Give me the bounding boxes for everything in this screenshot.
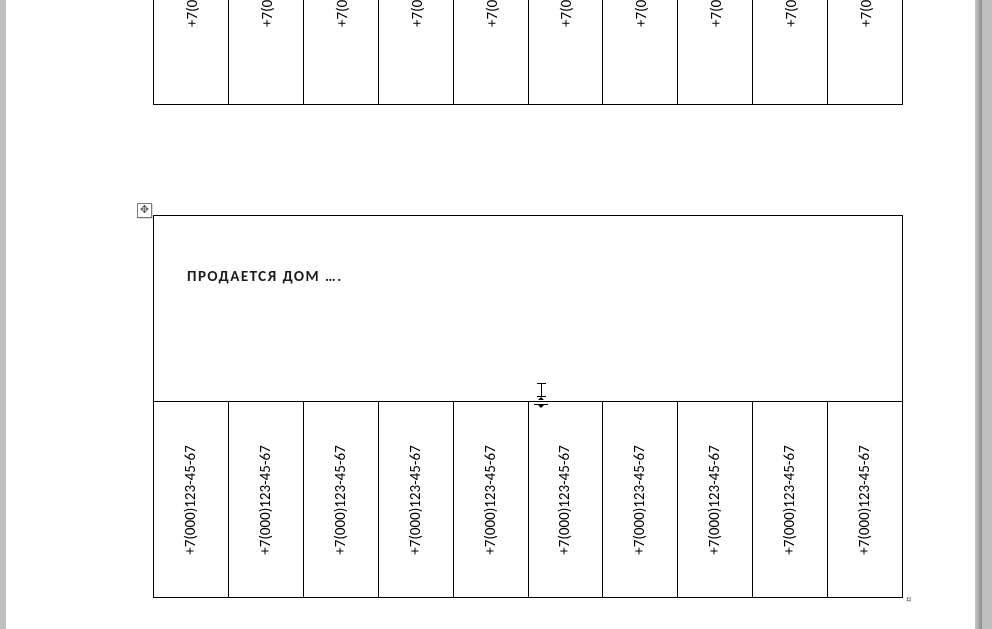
tearoff-phone: +7(000: [484, 0, 502, 27]
table-move-handle[interactable]: ✥: [137, 203, 152, 218]
tearoff-phone: +7(000)123-45-67: [856, 445, 874, 554]
tearoff-tab[interactable]: +7(000)123-45-67: [154, 402, 228, 597]
tearoff-phone: +7(000: [708, 0, 726, 27]
tearoff-tab[interactable]: +7(000)123-45-67: [378, 402, 453, 597]
tearoff-phone: +7(000)123-45-67: [182, 445, 200, 554]
tearoff-phone: +7(000)123-45-67: [706, 445, 724, 554]
tearoff-phone: +7(000: [783, 0, 801, 27]
tearoff-tab[interactable]: +7(000)123-45-67: [528, 402, 603, 597]
tearoff-phone: +7(000)123-45-67: [556, 445, 574, 554]
tearoff-tab[interactable]: +7(000: [378, 0, 453, 104]
tearoff-phone: +7(000)123-45-67: [482, 445, 500, 554]
tearoff-tab[interactable]: +7(000)123-45-67: [303, 402, 378, 597]
tearoff-strip[interactable]: +7(000)123-45-67 +7(000)123-45-67 +7(000)1…: [154, 402, 902, 597]
tearoff-phone: +7(000: [558, 0, 576, 27]
tearoff-tab[interactable]: +7(000: [752, 0, 827, 104]
flyer-table[interactable]: ПРОДАЕТСЯ ДОМ …. +7(000)123-45-67+7(000)…: [153, 215, 903, 598]
tearoff-tab[interactable]: +7(000: [453, 0, 528, 104]
tearoff-phone: +7(000)123-45-67: [332, 445, 350, 554]
tearoff-tab[interactable]: +7(000)123-45-67: [453, 402, 528, 597]
tearoff-phone: +7(000: [409, 0, 427, 27]
tearoff-phone: +7(000)123-45-67: [257, 445, 275, 554]
tearoff-tab[interactable]: +7(000: [528, 0, 603, 104]
tearoff-tab[interactable]: +7(000: [303, 0, 378, 104]
tearoff-phone: +7(000: [259, 0, 277, 27]
tearoff-tab[interactable]: +7(000: [228, 0, 303, 104]
tearoff-phone: +7(000)123-45-67: [631, 445, 649, 554]
tearoff-tab[interactable]: +7(000: [827, 0, 902, 104]
tearoff-tab[interactable]: +7(000)123-45-67: [827, 402, 902, 597]
flyer-title[interactable]: ПРОДАЕТСЯ ДОМ ….: [187, 268, 343, 286]
tearoff-phone: +7(000)123-45-67: [781, 445, 799, 554]
flyer-body-cell[interactable]: ПРОДАЕТСЯ ДОМ ….: [154, 216, 902, 402]
tearoff-tab[interactable]: +7(000: [677, 0, 752, 104]
tearoff-tab[interactable]: +7(000)123-45-67: [228, 402, 303, 597]
tearoff-phone: +7(000: [184, 0, 202, 27]
tearoff-tab[interactable]: +7(000)123-45-67: [677, 402, 752, 597]
page-shadow: [975, 0, 982, 629]
tearoff-tab[interactable]: +7(000)123-45-67: [752, 402, 827, 597]
tearoff-strip-previous[interactable]: +7(000 +7(000 +7(000 +7(000 +7(000 +7(000 +7(0…: [153, 0, 903, 105]
tearoff-tab[interactable]: +7(000: [602, 0, 677, 104]
tearoff-tab[interactable]: +7(000)123-45-67: [602, 402, 677, 597]
tearoff-phone: +7(000: [858, 0, 876, 27]
document-viewport: +7(000 +7(000 +7(000 +7(000 +7(000 +7(000 +7(0…: [0, 0, 992, 629]
tearoff-phone: +7(000)123-45-67: [407, 445, 425, 554]
tearoff-phone: +7(000: [334, 0, 352, 27]
tearoff-phone: +7(000: [633, 0, 651, 27]
tearoff-tab[interactable]: +7(000: [154, 0, 228, 104]
table-end-marker: ¤: [906, 593, 914, 601]
